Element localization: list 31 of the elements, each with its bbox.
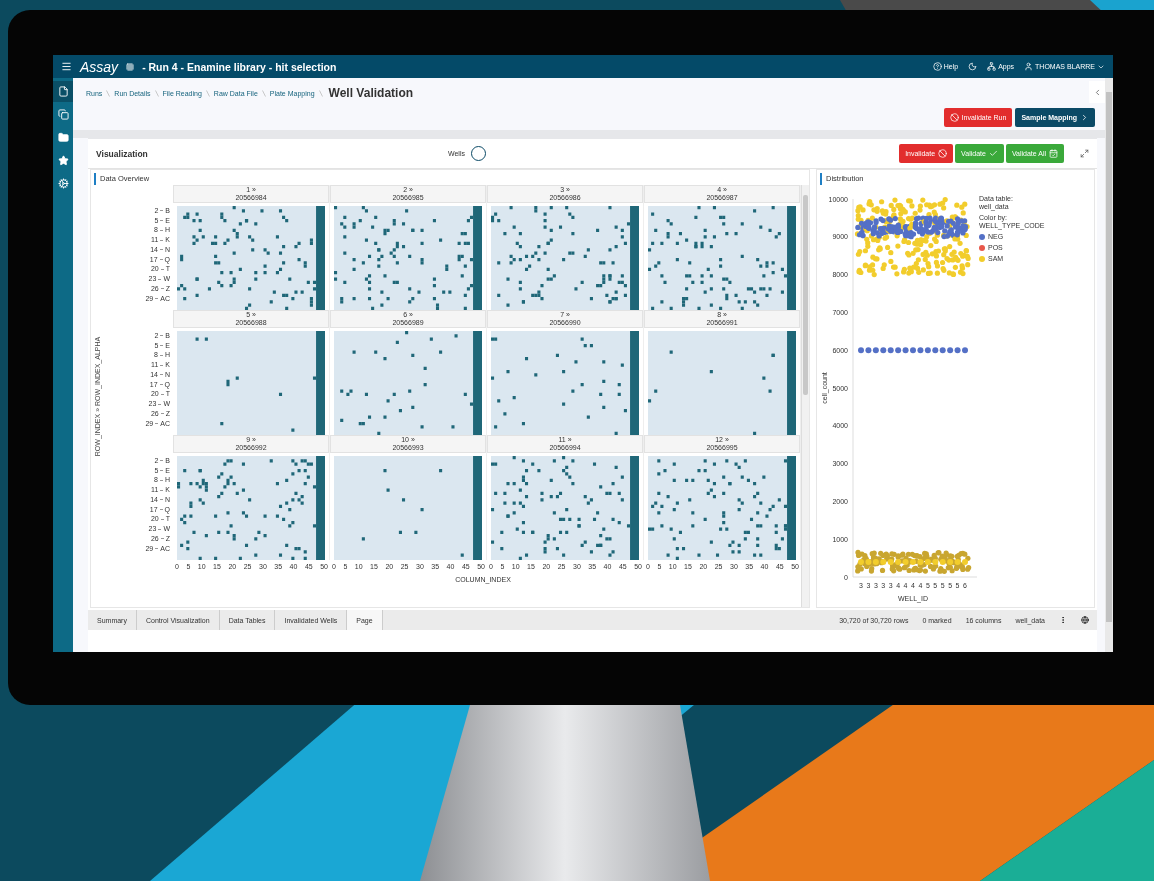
separator-icon (318, 89, 323, 97)
star-icon (57, 155, 69, 166)
scrollbar[interactable] (1105, 78, 1113, 652)
brand-logo: Assay (80, 58, 119, 75)
menu-icon[interactable] (61, 61, 72, 72)
separator-icon (205, 89, 210, 97)
check-icon (988, 149, 998, 158)
chevron-right-icon (1080, 113, 1089, 122)
separator-icon (106, 89, 111, 97)
separator-icon (261, 89, 266, 97)
sidebar-button[interactable] (53, 81, 73, 102)
folder-icon (57, 132, 69, 143)
ban-icon (949, 113, 959, 122)
page-title: Well Validation (328, 86, 414, 100)
moon-icon (968, 62, 978, 71)
card-title: Visualization (96, 148, 149, 159)
ban-icon (938, 149, 948, 158)
help-icon (932, 62, 942, 71)
calendar-check-icon (1049, 149, 1058, 158)
window-title: - Run 4 - Enamine library - hit selection (142, 60, 337, 73)
scrollbar[interactable] (801, 185, 809, 607)
user-icon (1024, 62, 1034, 71)
file-icon (57, 86, 69, 97)
expand-icon[interactable] (1080, 149, 1089, 158)
settings-icon (57, 178, 69, 189)
copy-icon (57, 109, 69, 120)
apps-icon (987, 62, 997, 71)
separator-icon (154, 89, 159, 97)
globe-icon[interactable] (1081, 616, 1089, 624)
more-icon[interactable] (1059, 616, 1067, 624)
theme-menu-button[interactable] (968, 62, 978, 71)
